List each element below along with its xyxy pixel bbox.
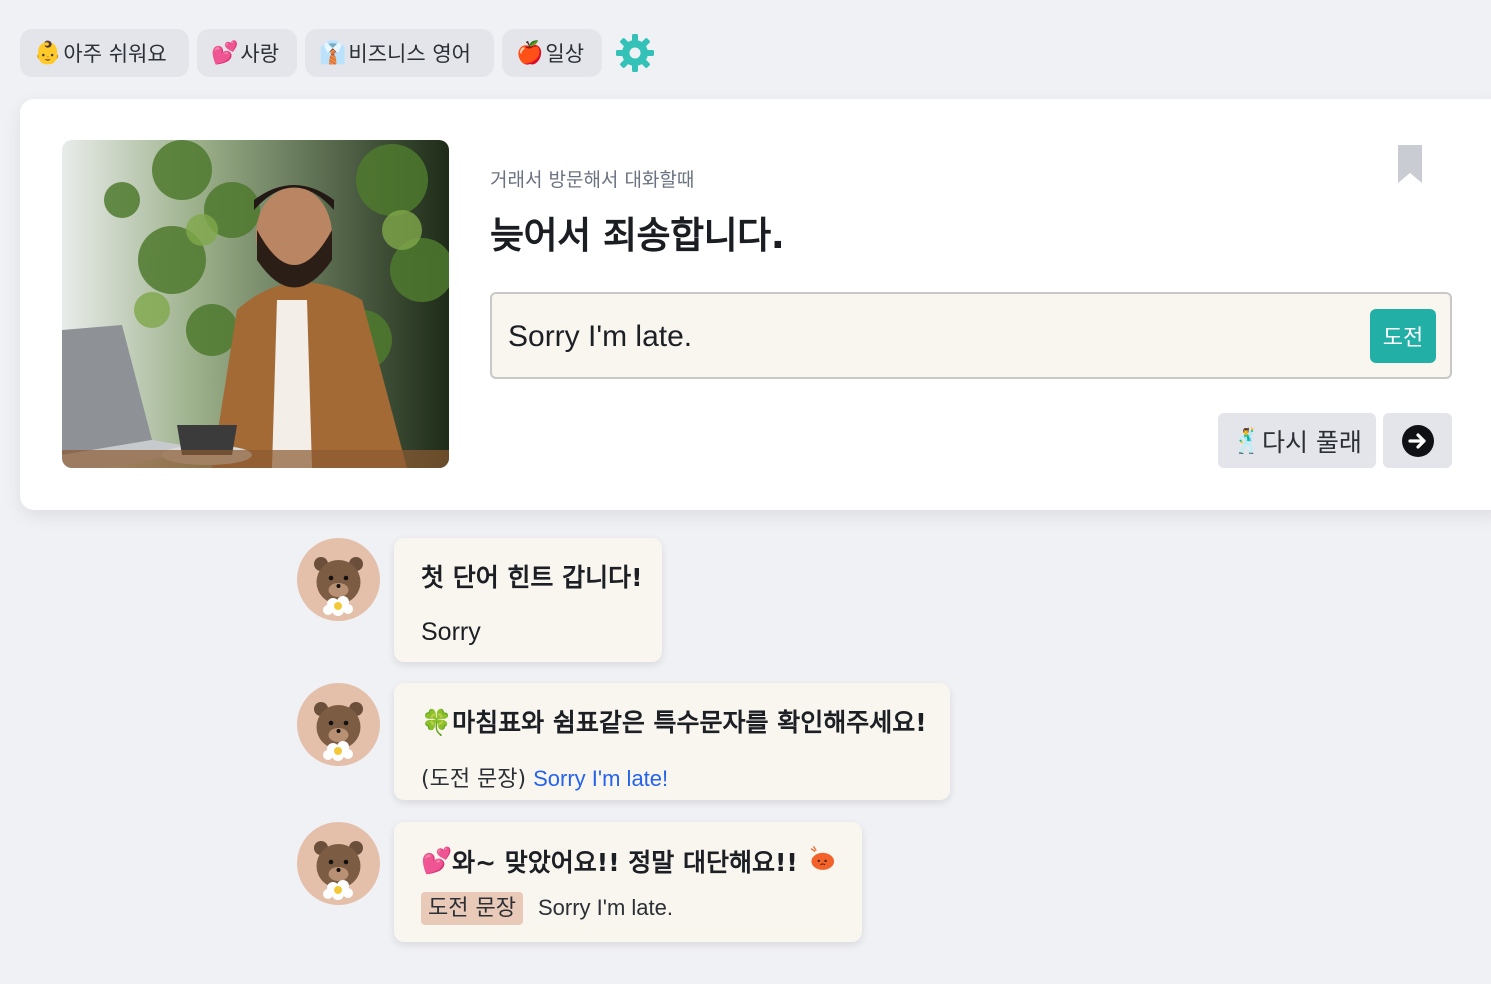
baby-icon: 👶 — [34, 40, 62, 66]
gear-icon — [616, 34, 654, 72]
hearts-icon: 💕 — [211, 40, 239, 66]
blob-sticker-icon — [810, 846, 834, 870]
topic-chip-daily[interactable]: 🍎 일상 — [502, 29, 602, 77]
topic-label: 사랑 — [240, 42, 280, 66]
message-title: 💕 와~ 맞았어요!! 정말 대단해요!! — [421, 842, 835, 880]
topic-bar: 👶 아주 쉬워요 💕 사랑 👔 비즈니스 영어 🍎 일상 — [20, 29, 656, 77]
topic-chip-business[interactable]: 👔 비즈니스 영어 — [305, 29, 494, 77]
message-title: 첫 단어 힌트 갑니다! — [421, 563, 643, 592]
retry-button[interactable]: 🕺 다시 풀래 — [1218, 413, 1376, 468]
bookmark-button[interactable] — [1396, 143, 1424, 185]
answer-input[interactable] — [506, 314, 1360, 360]
settings-button[interactable] — [614, 32, 656, 74]
challenge-sentence-line: (도전 문장) Sorry I'm late! — [421, 761, 923, 793]
answer-line: 도전 문장 Sorry I'm late. — [421, 890, 835, 925]
avatar — [297, 683, 380, 766]
challenge-prefix: (도전 문장) — [421, 767, 527, 792]
topic-chip-easy[interactable]: 👶 아주 쉬워요 — [20, 29, 189, 77]
dancer-icon: 🕺 — [1232, 426, 1262, 455]
answer-field: 도전 — [490, 292, 1452, 379]
bookmark-icon — [1398, 145, 1422, 183]
message-title: 🍀마침표와 쉼표같은 특수문자를 확인해주세요! — [421, 708, 927, 737]
question-text: 늦어서 죄송합니다. — [490, 214, 785, 257]
avatar — [297, 538, 380, 621]
challenge-button[interactable]: 도전 — [1370, 309, 1436, 363]
challenge-sentence: Sorry I'm late! — [533, 766, 669, 791]
clover-icon: 🍀 — [421, 708, 453, 737]
hearts-icon: 💕 — [421, 846, 453, 875]
answer-sentence: Sorry I'm late. — [537, 895, 673, 920]
chat-bubble: 💕 와~ 맞았어요!! 정말 대단해요!! 도전 문장 Sorry I'm lat… — [394, 822, 862, 942]
scene-photo — [62, 140, 449, 468]
hint-word: Sorry — [421, 618, 481, 646]
chat-bubble: 🍀마침표와 쉼표같은 특수문자를 확인해주세요! (도전 문장) Sorry I… — [394, 683, 950, 800]
topic-label: 일상 — [545, 42, 585, 66]
topic-label: 아주 쉬워요 — [63, 42, 167, 66]
retry-label: 다시 풀래 — [1261, 427, 1362, 457]
avatar — [297, 822, 380, 905]
next-button[interactable] — [1383, 413, 1452, 468]
apple-icon: 🍎 — [516, 40, 544, 66]
chat-bubble: 첫 단어 힌트 갑니다! Sorry — [394, 538, 662, 662]
context-label: 거래서 방문해서 대화할때 — [490, 169, 695, 191]
necktie-icon: 👔 — [319, 40, 347, 66]
quiz-card: 거래서 방문해서 대화할때 늦어서 죄송합니다. 도전 🕺 다시 풀래 — [20, 99, 1491, 510]
topic-label: 비즈니스 영어 — [348, 42, 472, 66]
challenge-tag: 도전 문장 — [421, 892, 523, 925]
topic-chip-love[interactable]: 💕 사랑 — [197, 29, 297, 77]
arrow-right-circle-icon — [1401, 424, 1434, 457]
